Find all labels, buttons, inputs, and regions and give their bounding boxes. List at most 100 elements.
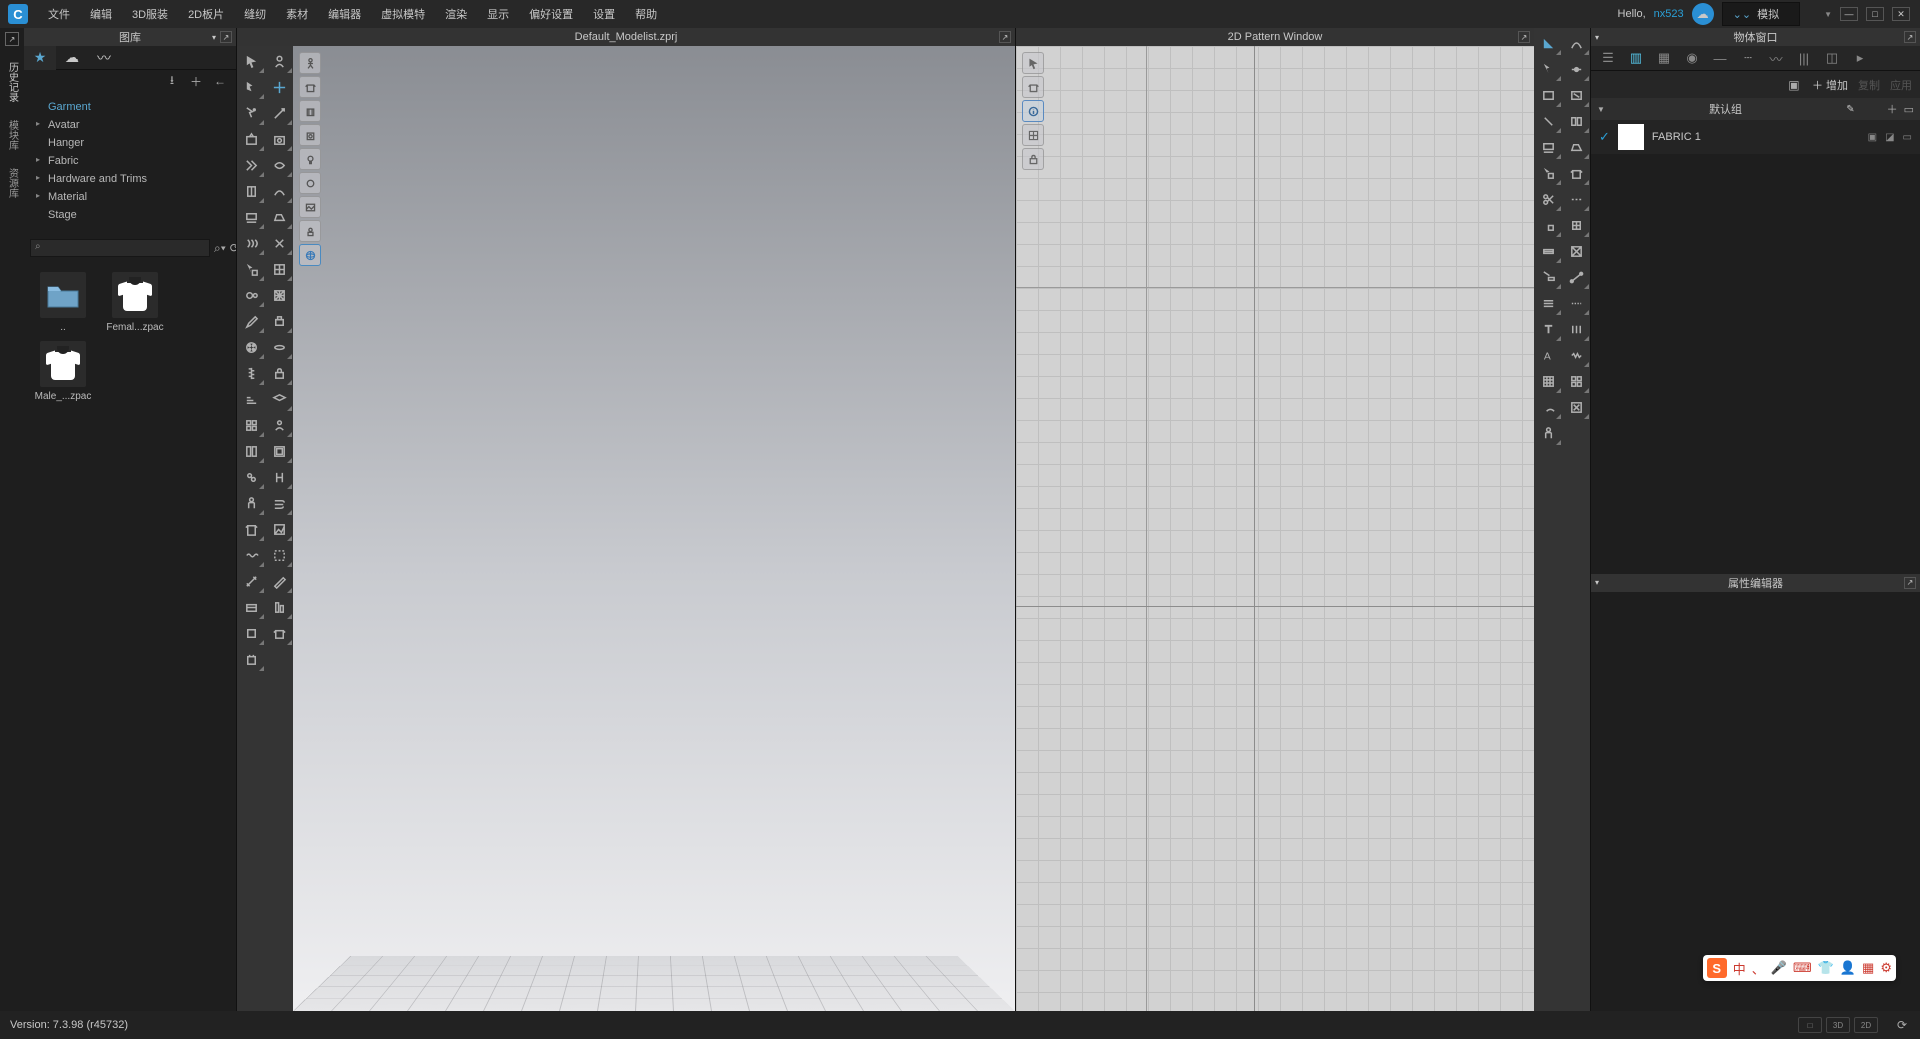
tool2d-point[interactable] [1562, 56, 1590, 82]
library-download-icon[interactable]: ⭳ [164, 73, 180, 89]
tool-edit-mesh[interactable] [265, 100, 293, 126]
tool-texture[interactable] [265, 282, 293, 308]
tool2d-scissors-line[interactable] [1562, 186, 1590, 212]
tool-measure[interactable] [237, 568, 265, 594]
tab-history[interactable]: 历史记录 [2, 54, 23, 110]
tool2d-sewing-seg[interactable] [1562, 108, 1590, 134]
ov2d-grid[interactable] [1022, 124, 1044, 146]
tool-tack[interactable] [265, 230, 293, 256]
tree-item-material[interactable]: Material [34, 188, 226, 206]
dropdown-caret[interactable]: ▼ [1824, 10, 1832, 19]
tool2d-trim-attach[interactable] [1562, 212, 1590, 238]
asset-female-shirt[interactable]: Femal...zpac [104, 272, 166, 333]
tool-select-link[interactable] [237, 464, 265, 490]
tool-zipper[interactable] [237, 360, 265, 386]
tool-buttonhole[interactable] [265, 334, 293, 360]
tool2d-trim-select[interactable] [1534, 212, 1562, 238]
tool-collision[interactable] [237, 594, 265, 620]
cloud-sync-button[interactable]: ☁ [1692, 3, 1714, 25]
menu-editor[interactable]: 编辑器 [318, 0, 371, 28]
ime-punct[interactable]: 、 [1752, 959, 1765, 978]
library-tab-threads[interactable]: 〰 [88, 46, 120, 70]
tool-gizmo[interactable] [265, 74, 293, 100]
tool-garment-rest[interactable] [265, 620, 293, 646]
fabric-action-3-icon[interactable]: ▭ [1903, 132, 1912, 143]
tool-trimming-select[interactable] [237, 256, 265, 282]
menu-avatar[interactable]: 虚拟模特 [371, 0, 435, 28]
tool-topstitch-hide[interactable] [237, 646, 265, 672]
tool-lock[interactable] [265, 360, 293, 386]
window-maximize[interactable]: □ [1866, 7, 1884, 21]
tool-grading[interactable] [237, 386, 265, 412]
ime-settings-icon[interactable]: ⚙ [1880, 960, 1892, 976]
library-title-dropdown[interactable]: ▾ [212, 33, 216, 42]
obj-open-icon[interactable]: ▣ [1786, 77, 1802, 93]
search-filter-icon[interactable]: ⌕▾ [214, 240, 226, 256]
simulate-button[interactable]: ⌄⌄ 模拟 [1722, 2, 1800, 26]
ime-grid-icon[interactable]: ▦ [1862, 960, 1874, 976]
library-tab-cloud[interactable]: ☁ [56, 46, 88, 70]
library-popout-icon[interactable]: ↗ [220, 31, 232, 43]
ime-person-icon[interactable]: 👤 [1840, 960, 1856, 976]
tool2d-edit-pattern[interactable] [1534, 30, 1562, 56]
tool-fold[interactable] [237, 152, 265, 178]
menu-render[interactable]: 渲染 [435, 0, 477, 28]
tree-item-stage[interactable]: Stage [34, 206, 226, 224]
tool2d-scissors[interactable] [1534, 186, 1562, 212]
tool-iron[interactable] [265, 204, 293, 230]
tool-button[interactable] [237, 334, 265, 360]
library-add-icon[interactable]: ＋ [188, 73, 204, 89]
ov-landscape[interactable] [299, 196, 321, 218]
object-panel-popout-icon[interactable]: ↗ [1904, 31, 1916, 43]
tool-knife[interactable] [265, 568, 293, 594]
tool-padding[interactable] [265, 438, 293, 464]
tool2d-elastic[interactable] [1534, 238, 1562, 264]
ov-avatar-pose[interactable] [299, 52, 321, 74]
tool2d-internal-line[interactable] [1562, 82, 1590, 108]
tool-print[interactable] [265, 308, 293, 334]
tool2d-slash[interactable] [1534, 108, 1562, 134]
fabric-action-2-icon[interactable]: ◪ [1885, 132, 1894, 143]
tool2d-text[interactable]: A [1534, 342, 1562, 368]
tool2d-grid[interactable] [1534, 368, 1562, 394]
ov-camera[interactable] [299, 220, 321, 242]
tool-modular[interactable] [237, 412, 265, 438]
tool-fastener[interactable] [237, 282, 265, 308]
viewport-3d-popout-icon[interactable]: ↗ [999, 31, 1011, 43]
ime-toolbar[interactable]: S 中 、 🎤 ⌨ 👕 👤 ▦ ⚙ [1703, 955, 1896, 981]
tree-item-hanger[interactable]: Hanger [34, 134, 226, 152]
asset-folder-up[interactable]: .. [32, 272, 94, 333]
library-search-input[interactable] [30, 239, 210, 257]
tool-select-mesh[interactable] [237, 74, 265, 100]
fabric-swatch[interactable] [1618, 124, 1644, 150]
ov-globe[interactable] [299, 244, 321, 266]
obj-tab-global[interactable]: ◉ [1679, 48, 1705, 68]
tool2d-stitch[interactable] [1562, 342, 1590, 368]
tool2d-sewing-machine[interactable] [1534, 134, 1562, 160]
tool2d-garment[interactable] [1562, 160, 1590, 186]
ov-avatar-show[interactable] [299, 172, 321, 194]
viewport-2d-popout-icon[interactable]: ↗ [1518, 31, 1530, 43]
tool2d-seam-line[interactable] [1562, 264, 1590, 290]
group-caret-icon[interactable]: ▼ [1597, 105, 1605, 114]
tool-select[interactable] [237, 48, 265, 74]
ov-garment[interactable] [299, 76, 321, 98]
property-panel-popout-icon[interactable]: ↗ [1904, 577, 1916, 589]
tool-garment-fit[interactable] [237, 516, 265, 542]
obj-copy-button[interactable]: 复制 [1858, 77, 1880, 93]
tool-seam-segment[interactable] [237, 178, 265, 204]
obj-tab-bars[interactable]: ||| [1791, 48, 1817, 68]
username[interactable]: nx523 [1654, 8, 1684, 20]
tool2d-rectangle[interactable] [1534, 82, 1562, 108]
tool-sewing[interactable] [265, 152, 293, 178]
property-title-dropdown[interactable]: ▾ [1595, 578, 1599, 587]
panel-popout-icon[interactable]: ↗ [5, 32, 19, 46]
ime-keyboard-icon[interactable]: ⌨ [1793, 960, 1812, 976]
obj-tab-dash[interactable]: ┄ [1735, 48, 1761, 68]
tool-seam-free[interactable] [265, 178, 293, 204]
tab-modules[interactable]: 模块库 [2, 112, 23, 158]
ime-lang[interactable]: 中 [1733, 959, 1746, 978]
tool-thickness[interactable] [237, 620, 265, 646]
obj-tab-line[interactable]: — [1707, 48, 1733, 68]
fabric-enabled-icon[interactable]: ✓ [1599, 129, 1610, 145]
